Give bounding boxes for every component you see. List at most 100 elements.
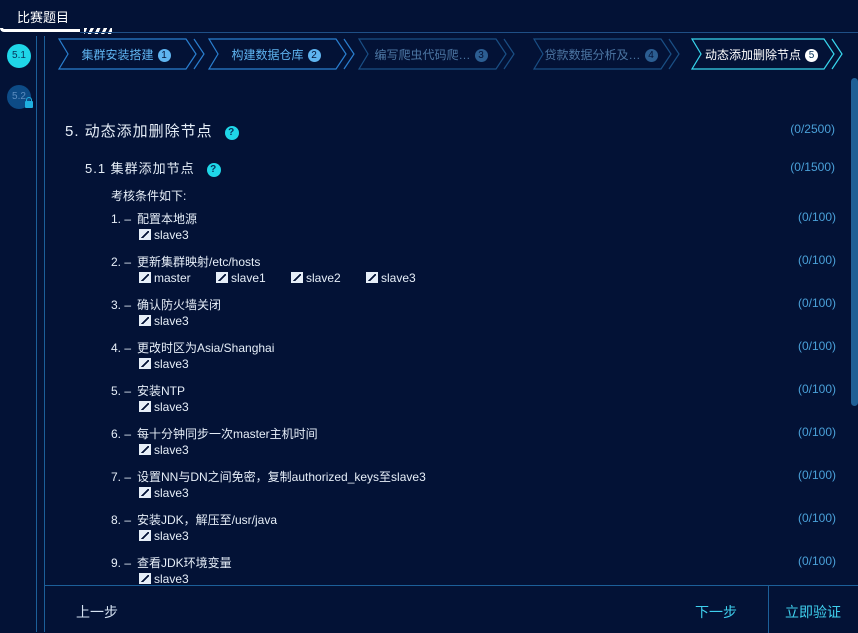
task-item: 1. – 配置本地源 (0/100) slave3 (111, 210, 836, 250)
host-image-icon (139, 229, 151, 240)
conditions-label: 考核条件如下: (111, 189, 187, 203)
next-button[interactable]: 下一步 (695, 602, 737, 622)
task-item: 9. – 查看JDK环境变量 (0/100) slave3 (111, 554, 836, 585)
step-number-badge: 3 (474, 49, 488, 62)
step-text: 集群安装搭建 (81, 48, 154, 62)
host-image-icon (366, 272, 378, 283)
host-tag[interactable]: slave3 (139, 572, 189, 585)
task-number: 6. – (111, 427, 132, 441)
step-bar: 集群安装搭建 1 构建数据仓库 2 编写爬虫代码爬… 3 贷款数据分析及… 4 动态添加删除节点… (58, 38, 858, 72)
task-title: 8. – 安装JDK，解压至/usr/java (111, 511, 277, 528)
task-score: (0/100) (797, 511, 836, 525)
page-title: 比赛题目 (17, 10, 70, 25)
task-item: 7. – 设置NN与DN之间免密，复制authorized_keys至slave3… (111, 468, 836, 508)
step-5[interactable]: 动态添加删除节点 5 (691, 38, 846, 70)
host-image-icon (139, 358, 151, 369)
host-image-icon (139, 487, 151, 498)
host-name: slave3 (154, 228, 189, 242)
step-number-badge: 1 (157, 49, 171, 62)
task-number: 7. – (111, 470, 132, 484)
host-name: slave3 (154, 357, 189, 371)
host-image-icon (216, 272, 228, 283)
host-tag[interactable]: slave3 (139, 357, 189, 371)
scrollbar[interactable] (851, 78, 858, 406)
nav-item-5-1[interactable]: 5.1 (7, 44, 31, 68)
host-tag[interactable]: slave3 (139, 400, 189, 414)
task-number: 8. – (111, 513, 132, 527)
task-number: 5. – (111, 384, 132, 398)
host-tag[interactable]: slave3 (366, 271, 416, 285)
title-underline (0, 28, 80, 32)
host-tag[interactable]: slave3 (139, 443, 189, 457)
step-3[interactable]: 编写爬虫代码爬… 3 (358, 38, 518, 70)
task-title: 7. – 设置NN与DN之间免密，复制authorized_keys至slave3 (111, 468, 426, 485)
step-text: 贷款数据分析及… (544, 48, 641, 62)
host-name: master (154, 271, 191, 285)
task-title: 9. – 查看JDK环境变量 (111, 554, 232, 571)
section-score: (0/2500) (790, 122, 835, 136)
task-score: (0/100) (797, 554, 836, 568)
step-number-badge: 5 (805, 49, 818, 62)
task-text: 更新集群映射/etc/hosts (137, 255, 261, 269)
step-number-badge: 4 (644, 49, 658, 62)
step-4[interactable]: 贷款数据分析及… 4 (533, 38, 683, 70)
host-image-icon (139, 401, 151, 412)
task-item: 2. – 更新集群映射/etc/hosts (0/100) master slave1 s… (111, 253, 836, 293)
task-title: 6. – 每十分钟同步一次master主机时间 (111, 425, 318, 442)
task-item: 3. – 确认防火墙关闭 (0/100) slave3 (111, 296, 836, 336)
help-icon[interactable]: ? (224, 126, 239, 140)
task-text: 配置本地源 (137, 212, 198, 226)
host-tag[interactable]: slave3 (139, 228, 189, 242)
host-tag[interactable]: slave2 (291, 271, 341, 285)
step-1[interactable]: 集群安装搭建 1 (58, 38, 208, 70)
host-image-icon (139, 573, 151, 584)
step-label: 构建数据仓库 2 (208, 46, 344, 63)
prev-button[interactable]: 上一步 (76, 602, 118, 622)
section-title: 5. 动态添加删除节点 (65, 123, 213, 140)
lock-icon (25, 97, 33, 108)
task-item: 8. – 安装JDK，解压至/usr/java (0/100) slave3 (111, 511, 836, 551)
task-score: (0/100) (797, 468, 836, 482)
task-number: 4. – (111, 341, 132, 355)
task-score: (0/100) (797, 296, 836, 310)
section-heading: 5. 动态添加删除节点? (65, 120, 239, 141)
step-label: 编写爬虫代码爬… 3 (358, 46, 504, 63)
task-text: 设置NN与DN之间免密，复制authorized_keys至slave3 (137, 470, 426, 484)
task-item: 5. – 安装NTP (0/100) slave3 (111, 382, 836, 422)
task-title: 3. – 确认防火墙关闭 (111, 296, 221, 313)
host-tag[interactable]: master (139, 271, 191, 285)
subsection-heading: 5.1 集群添加节点? (85, 158, 221, 177)
step-2[interactable]: 构建数据仓库 2 (208, 38, 358, 70)
task-text: 每十分钟同步一次master主机时间 (137, 427, 318, 441)
task-score: (0/100) (797, 253, 836, 267)
host-tag[interactable]: slave1 (216, 271, 266, 285)
host-tag[interactable]: slave3 (139, 529, 189, 543)
task-number: 2. – (111, 255, 132, 269)
task-text: 查看JDK环境变量 (137, 556, 232, 570)
task-number: 3. – (111, 298, 132, 312)
task-text: 安装NTP (137, 384, 186, 398)
task-title: 2. – 更新集群映射/etc/hosts (111, 253, 260, 270)
host-tag[interactable]: slave3 (139, 486, 189, 500)
task-content: 5. 动态添加删除节点? (0/2500) 5.1 集群添加节点? (0/150… (45, 80, 845, 585)
task-item: 6. – 每十分钟同步一次master主机时间 (0/100) slave3 (111, 425, 836, 465)
host-name: slave3 (154, 486, 189, 500)
host-name: slave2 (306, 271, 341, 285)
task-text: 确认防火墙关闭 (137, 298, 222, 312)
task-title: 1. – 配置本地源 (111, 210, 197, 227)
task-text: 安装JDK，解压至/usr/java (137, 513, 278, 527)
host-name: slave3 (154, 529, 189, 543)
task-number: 1. – (111, 212, 132, 226)
title-dashes (84, 28, 112, 34)
host-image-icon (291, 272, 303, 283)
help-icon[interactable]: ? (206, 163, 221, 177)
task-item: 4. – 更改时区为Asia/Shanghai (0/100) slave3 (111, 339, 836, 379)
task-score: (0/100) (797, 382, 836, 396)
footer-bar: 上一步 下一步 立即验证 (45, 585, 858, 633)
host-image-icon (139, 444, 151, 455)
verify-button[interactable]: 立即验证 (785, 602, 841, 622)
host-name: slave3 (154, 443, 189, 457)
host-tag[interactable]: slave3 (139, 314, 189, 328)
step-text: 编写爬虫代码爬… (374, 48, 471, 62)
step-label: 贷款数据分析及… 4 (533, 46, 669, 63)
